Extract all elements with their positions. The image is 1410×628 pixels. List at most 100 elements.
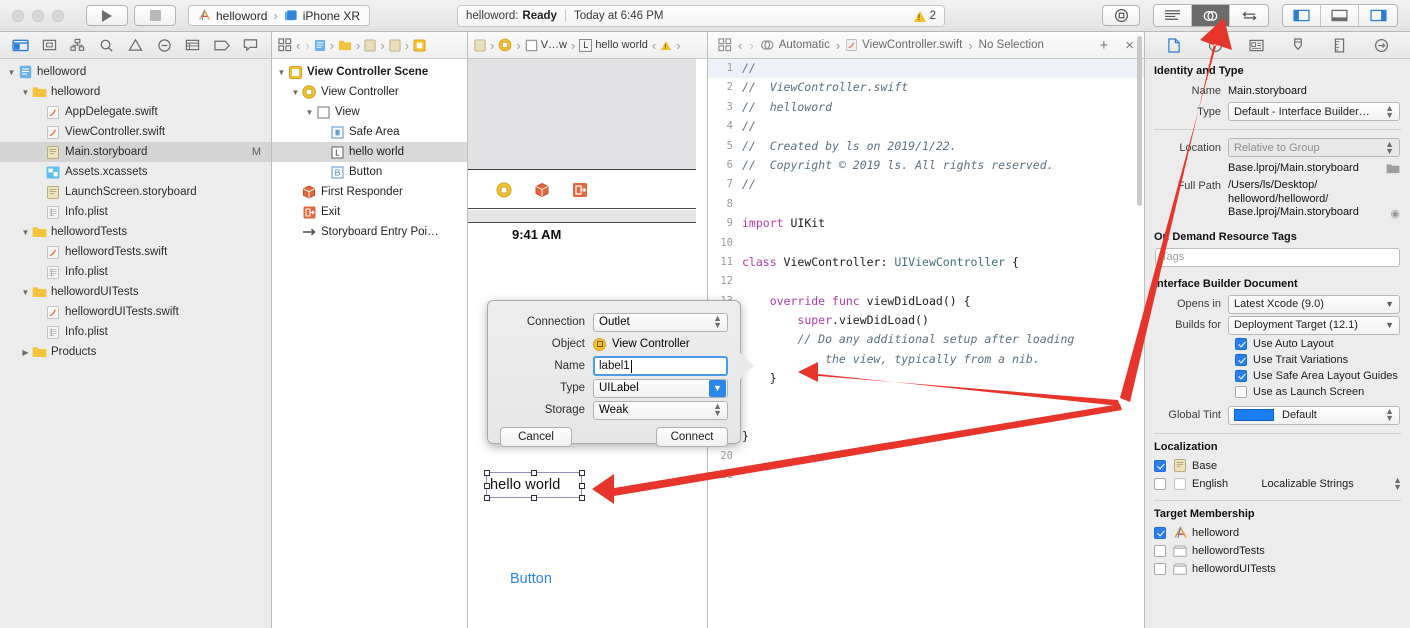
code-line[interactable]: 4 // (708, 117, 1144, 136)
code-line[interactable]: 10 (708, 234, 1144, 253)
editor-breadcrumb-selection[interactable]: No Selection (979, 39, 1044, 51)
add-editor-button[interactable]: + (1099, 37, 1108, 54)
file-tree-item[interactable]: ▼ helloword (0, 82, 271, 102)
resize-handle-mr[interactable] (578, 482, 585, 489)
resize-handle-bl[interactable] (483, 494, 490, 501)
code-line[interactable]: 1 // (708, 59, 1144, 79)
localization-row[interactable]: English Localizable Strings ▲ ▼ (1145, 475, 1410, 493)
storyboard-icon[interactable] (389, 39, 401, 52)
view-icon[interactable] (525, 39, 538, 52)
first-responder-dock-icon[interactable] (534, 182, 550, 198)
target-membership-row[interactable]: hellowordUITests (1145, 560, 1410, 578)
file-tree-item[interactable]: Info.plist (0, 202, 271, 222)
code-text-area[interactable]: 1 // 2 // ViewController.swift 3 // helloword… (708, 59, 1144, 628)
code-line[interactable]: 17 (708, 389, 1144, 408)
file-tree-item[interactable]: ▼ hellowordTests (0, 222, 271, 242)
navigator-tab-debug[interactable] (182, 36, 204, 54)
opens-in-popup[interactable]: Latest Xcode (9.0) ▼ (1228, 294, 1400, 314)
editor-breadcrumb-automatic[interactable]: Automatic (779, 39, 830, 51)
outline-item[interactable]: ▼ View Controller Scene (272, 62, 467, 82)
file-tree-item[interactable]: Assets.xcassets (0, 162, 271, 182)
resize-handle-bc[interactable] (531, 494, 537, 501)
project-file-tree[interactable]: ▼ helloword ▼ helloword AppDelegate.swift Vie… (0, 59, 271, 628)
canvas-breadcrumb-label[interactable]: hello world (595, 39, 648, 51)
code-line[interactable]: 8 (708, 195, 1144, 214)
outline-item[interactable]: ▼ View Controller (272, 82, 467, 102)
toggle-inspector-button[interactable] (1359, 5, 1397, 26)
resize-handle-tc[interactable] (531, 469, 537, 476)
code-line[interactable]: 9 import UIKit (708, 214, 1144, 233)
outlet-connection-dialog[interactable]: Connection Outlet ▲ ▼ Object View Control… (487, 300, 754, 447)
code-line[interactable]: 13 override func viewDidLoad() { (708, 292, 1144, 311)
dialog-type-combobox[interactable]: UILabel ▼ (593, 378, 728, 398)
canvas-button[interactable]: Button (510, 571, 552, 587)
checkbox[interactable] (1235, 353, 1247, 366)
navigator-tab-symbol[interactable] (67, 36, 89, 54)
project-icon[interactable] (314, 39, 326, 52)
scene-icon[interactable] (413, 38, 426, 52)
resize-handle-ml[interactable] (483, 482, 490, 489)
disclosure-triangle-icon[interactable]: ▼ (20, 228, 31, 237)
target-membership-row[interactable]: helloword (1145, 524, 1410, 542)
outline-item[interactable]: Exit (272, 202, 467, 222)
disclosure-triangle-icon[interactable]: ▼ (6, 68, 17, 77)
file-tree-item[interactable]: Main.storyboard M (0, 142, 271, 162)
dialog-storage-popup[interactable]: Weak ▲ ▼ (593, 400, 728, 420)
canvas-forward-button[interactable]: › (675, 38, 681, 53)
outline-item[interactable]: Lhello world (272, 142, 467, 162)
toggle-navigator-button[interactable] (1283, 5, 1321, 26)
localization-row[interactable]: Base (1145, 457, 1410, 475)
checkbox[interactable] (1154, 477, 1166, 490)
code-line[interactable]: 16 } (708, 369, 1144, 388)
resize-handle-br[interactable] (578, 494, 585, 501)
editor-back-button[interactable]: ‹ (737, 38, 743, 53)
navigator-tab-project[interactable] (9, 36, 31, 54)
disclosure-triangle-icon[interactable]: ▼ (276, 68, 287, 77)
inspector-tab-size[interactable] (1330, 36, 1350, 54)
outline-item[interactable]: B Button (272, 162, 467, 182)
code-line[interactable]: the view, typically from a nib. (708, 350, 1144, 369)
outline-item[interactable]: Safe Area (272, 122, 467, 142)
canvas-jump-bar[interactable]: › › V…w › L hello world ‹ › (468, 32, 707, 59)
outline-jump-bar[interactable]: ‹ › › › › › (272, 32, 467, 59)
fullpath-reveal-icon[interactable]: ◉ (1390, 207, 1400, 220)
builds-for-popup[interactable]: Deployment Target (12.1) ▼ (1228, 315, 1400, 335)
storyboard-icon[interactable] (364, 39, 376, 52)
ibdoc-checkbox-row[interactable]: Use as Launch Screen (1145, 384, 1410, 400)
exit-dock-icon[interactable] (572, 182, 588, 198)
file-tree-item[interactable]: ▼ hellowordUITests (0, 282, 271, 302)
code-line[interactable]: 3 // helloword (708, 98, 1144, 117)
minimize-window-button[interactable] (32, 9, 44, 22)
run-button[interactable] (86, 5, 128, 26)
code-line[interactable]: 12 (708, 272, 1144, 291)
target-membership-row[interactable]: hellowordTests (1145, 542, 1410, 560)
file-tree-item[interactable]: ViewController.swift (0, 122, 271, 142)
warning-indicator[interactable]: 2 (913, 10, 936, 22)
identity-location-popup[interactable]: Relative to Group ▲ ▼ (1228, 138, 1400, 157)
code-line[interactable]: 14 super.viewDidLoad() (708, 311, 1144, 330)
swift-icon[interactable] (846, 39, 858, 51)
navigator-tab-report[interactable] (240, 36, 262, 54)
grid-menu-icon[interactable] (718, 38, 732, 52)
inspector-tab-identity[interactable] (1247, 36, 1267, 54)
folder-icon[interactable] (338, 39, 352, 51)
disclosure-triangle-icon[interactable]: ▼ (290, 88, 301, 97)
viewcontroller-dock-icon[interactable] (496, 182, 512, 198)
navigator-tab-test[interactable] (153, 36, 175, 54)
navigator-tab-find[interactable] (96, 36, 118, 54)
cancel-button[interactable]: Cancel (500, 427, 572, 447)
disclosure-triangle-icon[interactable]: ▼ (20, 288, 31, 297)
code-line[interactable]: 19} (708, 427, 1144, 446)
checkbox[interactable] (1154, 459, 1166, 472)
dialog-name-input[interactable]: label1 (593, 356, 728, 376)
checkbox[interactable] (1235, 369, 1247, 382)
identity-type-popup[interactable]: Default - Interface Builder… ▲ ▼ (1228, 102, 1400, 121)
navigator-tab-issue[interactable] (124, 36, 146, 54)
stop-button[interactable] (134, 5, 176, 26)
code-line[interactable]: 21 (708, 466, 1144, 485)
global-tint-popup[interactable]: Default ▲ ▼ (1228, 405, 1400, 425)
navigator-tab-source-control[interactable] (38, 36, 60, 54)
code-line[interactable]: 6 // Copyright © 2019 ls. All rights rese… (708, 156, 1144, 175)
forward-button[interactable]: › (304, 38, 310, 53)
toggle-debug-area-button[interactable] (1321, 5, 1359, 26)
